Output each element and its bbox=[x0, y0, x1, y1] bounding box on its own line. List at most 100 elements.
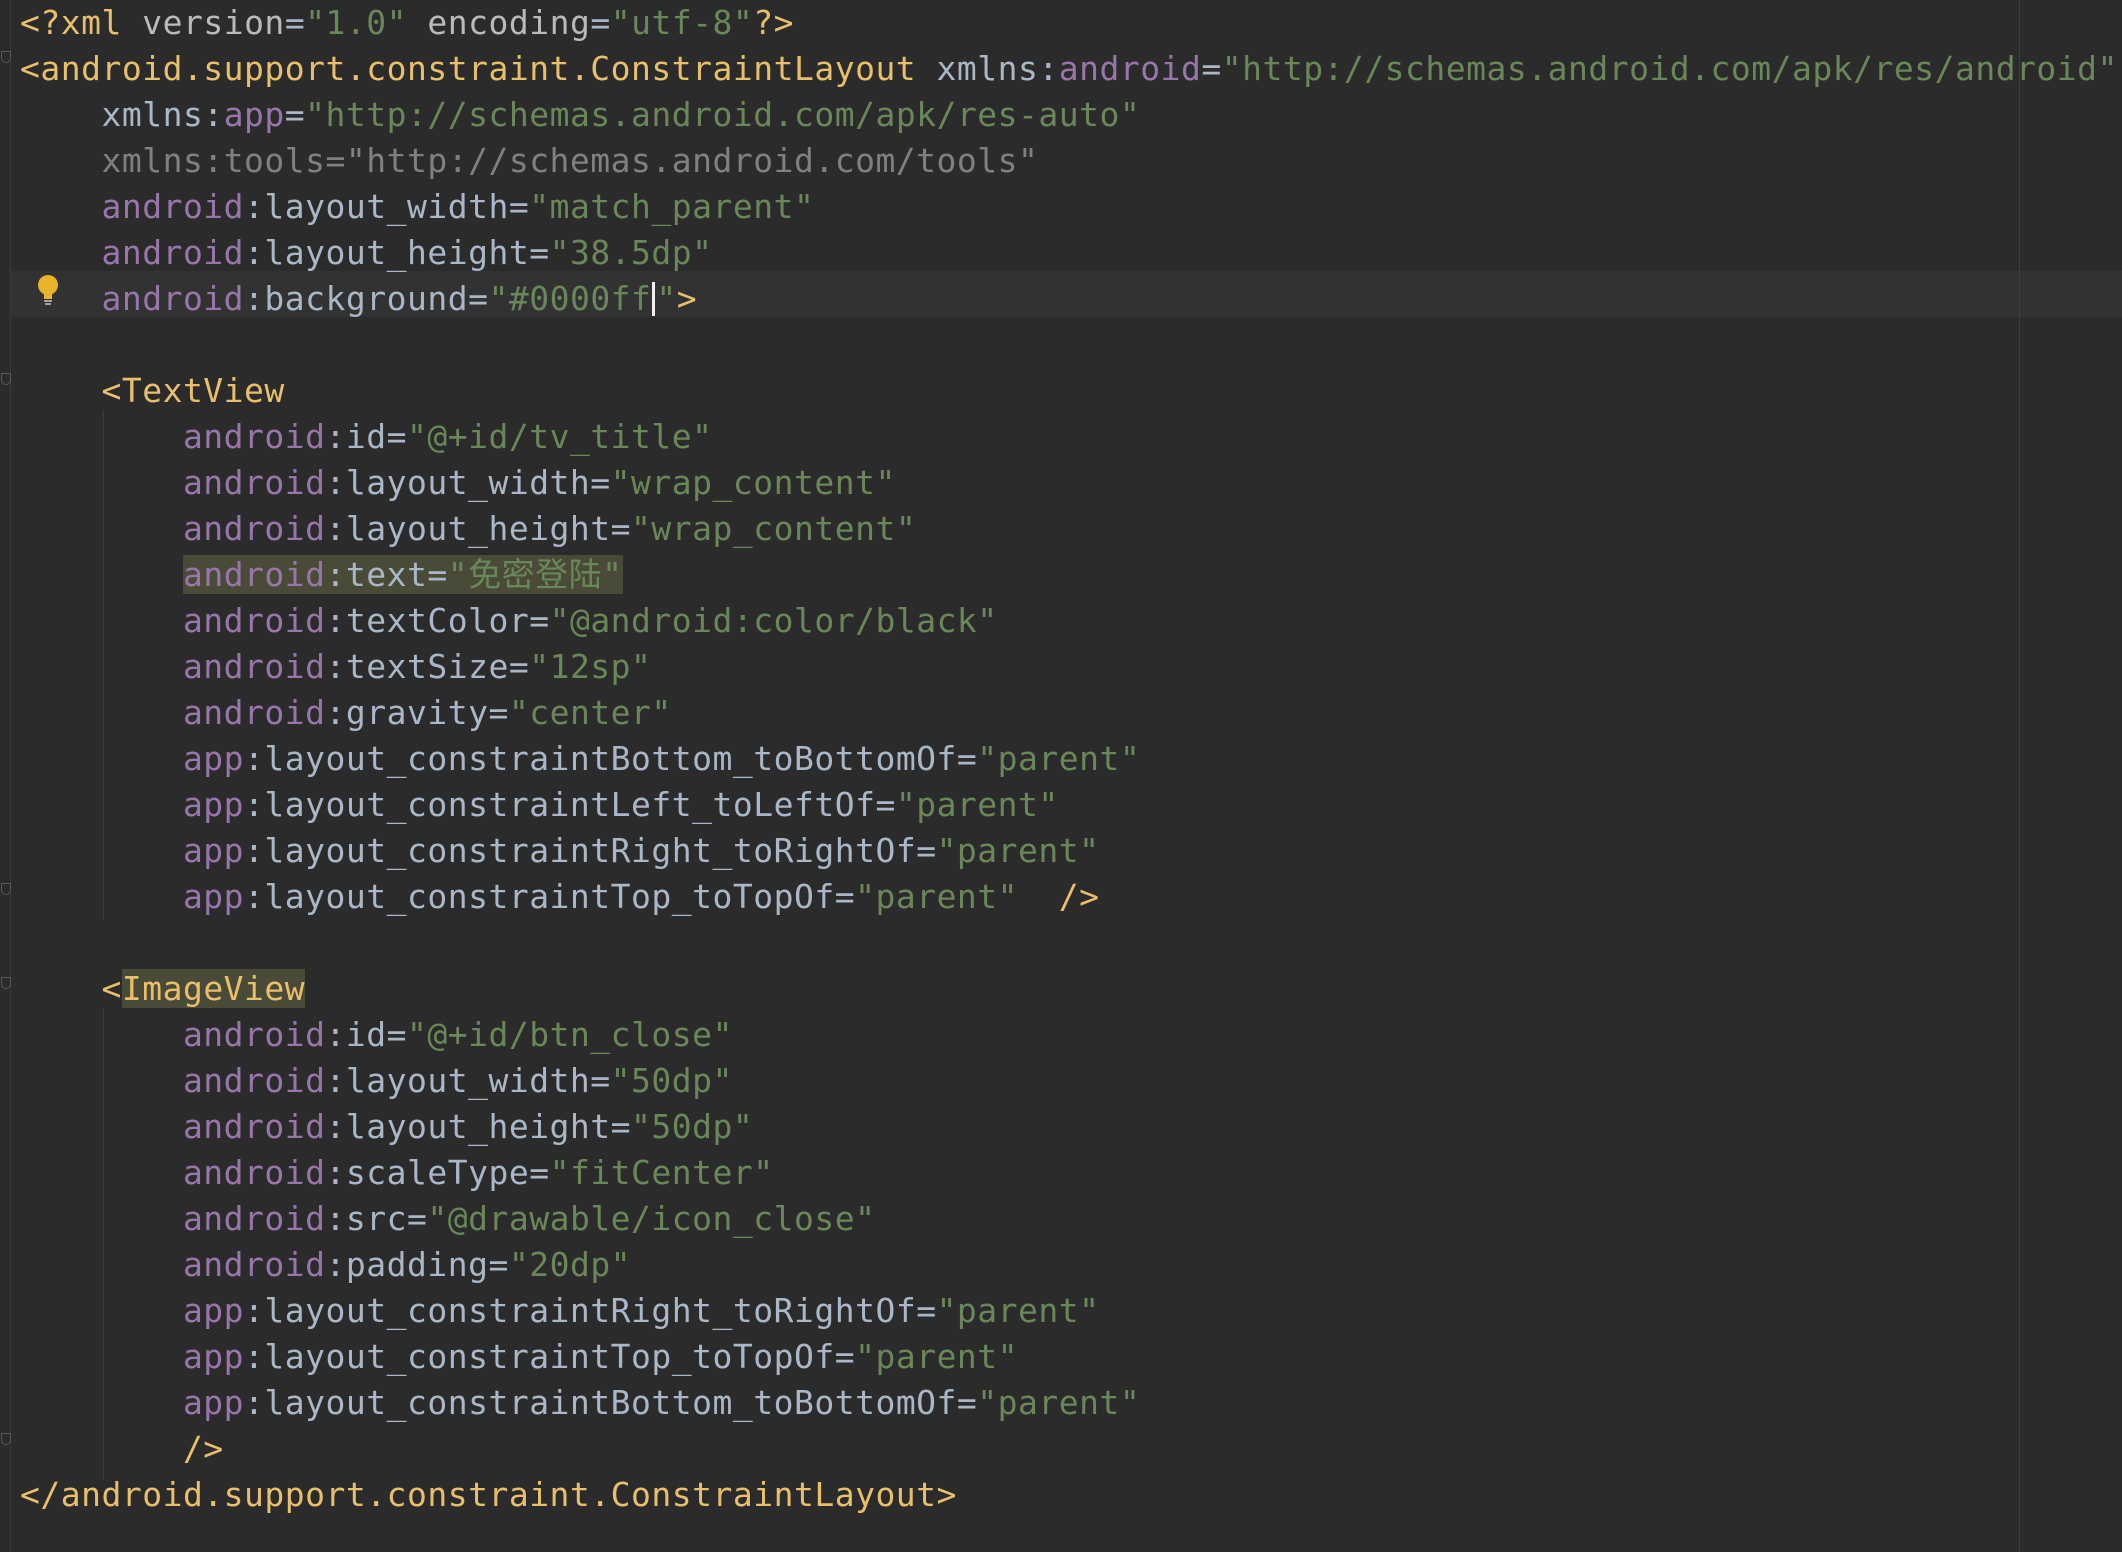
code-token: android bbox=[20, 601, 326, 640]
code-token: "http://schemas.android.com/apk/res/andr… bbox=[1221, 49, 2118, 88]
code-editor[interactable]: <?xml version="1.0" encoding="utf-8"?> <a… bbox=[0, 0, 2122, 1552]
fold-marker-icon[interactable] bbox=[1, 1433, 11, 1445]
code-token: "parent" bbox=[895, 785, 1059, 824]
right-margin-guide bbox=[2019, 0, 2020, 1552]
code-token: = bbox=[610, 509, 632, 548]
code-line[interactable]: android:id="@+id/tv_title" bbox=[20, 414, 713, 460]
code-line[interactable]: <TextView bbox=[20, 368, 285, 414]
code-token: = bbox=[407, 1199, 428, 1238]
fold-marker-icon[interactable] bbox=[1, 51, 11, 63]
code-token: :layout_width bbox=[244, 187, 509, 226]
code-token: = bbox=[386, 1015, 407, 1054]
code-line[interactable]: android:gravity="center" bbox=[20, 690, 672, 736]
code-token: </android.support.constraint.ConstraintL… bbox=[20, 1475, 957, 1514]
code-token: > bbox=[676, 279, 698, 318]
code-line[interactable]: app:layout_constraintTop_toTopOf="parent… bbox=[20, 1334, 1018, 1380]
code-token: :layout_constraintBottom_toBottomOf bbox=[244, 739, 957, 778]
code-token: = bbox=[427, 555, 448, 594]
code-token: :layout_constraintLeft_toLeftOf bbox=[244, 785, 876, 824]
code-token: xml bbox=[60, 3, 122, 42]
code-token: :layout_height bbox=[325, 509, 611, 548]
code-line[interactable]: app:layout_constraintLeft_toLeftOf="pare… bbox=[20, 782, 1059, 828]
code-token: android bbox=[20, 1015, 326, 1054]
code-token: app bbox=[223, 95, 285, 134]
code-line[interactable]: app:layout_constraintRight_toRightOf="pa… bbox=[20, 828, 1100, 874]
code-token: :text bbox=[325, 555, 428, 594]
code-token: "50dp" bbox=[631, 1107, 754, 1146]
code-line[interactable]: </android.support.constraint.ConstraintL… bbox=[20, 1472, 957, 1518]
code-token: = bbox=[529, 233, 550, 272]
text-caret bbox=[652, 282, 656, 316]
code-token: android bbox=[20, 1061, 326, 1100]
code-token: "parent" bbox=[936, 831, 1100, 870]
fold-marker-icon[interactable] bbox=[1, 977, 11, 989]
code-line[interactable]: android:layout_height="38.5dp" bbox=[20, 230, 713, 276]
code-line[interactable]: xmlns:tools="http://schemas.android.com/… bbox=[20, 138, 1038, 184]
code-token: android bbox=[20, 1199, 326, 1238]
code-token: = bbox=[956, 1383, 978, 1422]
code-token: :padding bbox=[325, 1245, 489, 1284]
code-token: = bbox=[1201, 49, 1222, 88]
code-line[interactable]: android:text="免密登陆" bbox=[20, 552, 623, 598]
code-token: :layout_height bbox=[325, 1107, 611, 1146]
code-token: "@+id/tv_title" bbox=[407, 417, 713, 456]
code-line[interactable]: <?xml version="1.0" encoding="utf-8"?> bbox=[20, 0, 794, 46]
code-token: app bbox=[20, 785, 245, 824]
code-token: :id bbox=[325, 417, 387, 456]
code-token: = bbox=[590, 463, 611, 502]
code-line[interactable]: android:textSize="12sp" bbox=[20, 644, 651, 690]
code-token: "match_parent" bbox=[529, 187, 815, 226]
code-line[interactable]: android:textColor="@android:color/black" bbox=[20, 598, 998, 644]
code-token: version bbox=[121, 3, 285, 42]
code-token: android bbox=[20, 233, 245, 272]
code-line[interactable]: android:layout_height="wrap_content" bbox=[20, 506, 916, 552]
fold-marker-icon[interactable] bbox=[1, 883, 11, 895]
code-token: "parent" bbox=[855, 1337, 1019, 1376]
code-token: xmlns:tools="http://schemas.android.com/… bbox=[20, 141, 1039, 180]
code-line[interactable]: android:layout_width="50dp" bbox=[20, 1058, 733, 1104]
code-token: "wrap_content" bbox=[610, 463, 896, 502]
code-line[interactable]: app:layout_constraintTop_toTopOf="parent… bbox=[20, 874, 1100, 920]
code-line[interactable]: android:id="@+id/btn_close" bbox=[20, 1012, 733, 1058]
fold-marker-icon[interactable] bbox=[1, 373, 11, 385]
code-line[interactable]: android:layout_width="wrap_content" bbox=[20, 460, 896, 506]
code-token: :layout_constraintTop_toTopOf bbox=[244, 877, 835, 916]
editor-gutter[interactable] bbox=[0, 0, 11, 1552]
code-line[interactable]: android:src="@drawable/icon_close" bbox=[20, 1196, 875, 1242]
code-token: ?> bbox=[753, 3, 795, 42]
code-token: = bbox=[590, 3, 611, 42]
code-line[interactable]: <ImageView bbox=[20, 966, 306, 1012]
code-line[interactable]: xmlns:app="http://schemas.android.com/ap… bbox=[20, 92, 1140, 138]
code-line[interactable]: app:layout_constraintBottom_toBottomOf="… bbox=[20, 1380, 1140, 1426]
code-token: = bbox=[529, 1153, 550, 1192]
code-token: :layout_constraintRight_toRightOf bbox=[244, 831, 917, 870]
code-line[interactable]: android:padding="20dp" bbox=[20, 1242, 631, 1288]
code-token: = bbox=[834, 1337, 856, 1376]
code-token: app bbox=[20, 739, 245, 778]
code-token: "12sp" bbox=[529, 647, 652, 686]
code-token: :id bbox=[325, 1015, 387, 1054]
code-line[interactable]: android:background="#0000ff "> bbox=[20, 276, 697, 322]
code-token: android bbox=[20, 509, 326, 548]
code-token: " bbox=[656, 279, 677, 318]
code-token: "@drawable/icon_close" bbox=[427, 1199, 876, 1238]
code-token: "http://schemas.android.com/apk/res-auto… bbox=[305, 95, 1141, 134]
code-token: :layout_width bbox=[325, 463, 591, 502]
code-line[interactable]: app:layout_constraintBottom_toBottomOf="… bbox=[20, 736, 1140, 782]
code-token: "wrap_content" bbox=[631, 509, 917, 548]
code-token: :background bbox=[244, 279, 469, 318]
code-token: android bbox=[20, 1107, 326, 1146]
code-token: = bbox=[590, 1061, 611, 1100]
code-line[interactable]: app:layout_constraintRight_toRightOf="pa… bbox=[20, 1288, 1100, 1334]
code-line[interactable]: android:scaleType="fitCenter" bbox=[20, 1150, 774, 1196]
code-token: "@+id/btn_close" bbox=[407, 1015, 733, 1054]
code-token: "@android:color/black" bbox=[549, 601, 998, 640]
code-line[interactable]: android:layout_width="match_parent" bbox=[20, 184, 814, 230]
code-token: "center" bbox=[508, 693, 672, 732]
code-line[interactable]: /> bbox=[20, 1426, 224, 1472]
code-line[interactable]: <android.support.constraint.ConstraintLa… bbox=[20, 46, 2118, 92]
code-line[interactable]: android:layout_height="50dp" bbox=[20, 1104, 753, 1150]
code-token: = bbox=[488, 693, 509, 732]
code-token: = bbox=[610, 1107, 632, 1146]
